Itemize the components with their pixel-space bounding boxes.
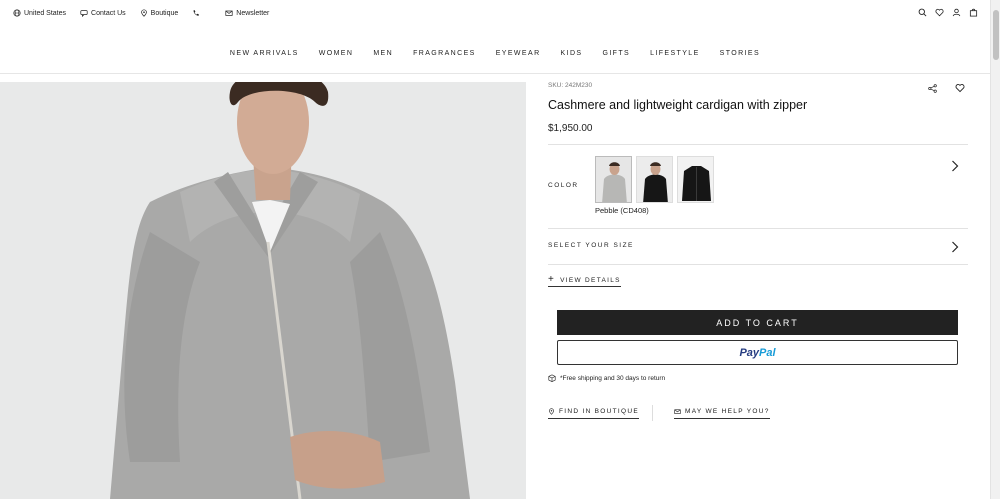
model-photo bbox=[0, 82, 526, 499]
swatch-image bbox=[678, 157, 713, 202]
scrollbar-thumb[interactable] bbox=[993, 10, 999, 60]
nav-fragrances[interactable]: FRAGRANCES bbox=[413, 50, 476, 68]
heart-icon bbox=[955, 84, 965, 93]
globe-icon bbox=[13, 9, 21, 17]
swatch-pebble[interactable] bbox=[595, 156, 632, 203]
chevron-right-icon bbox=[952, 160, 959, 172]
nav-men[interactable]: MEN bbox=[373, 50, 393, 68]
divider bbox=[548, 264, 968, 265]
color-label: COLOR bbox=[548, 182, 579, 189]
box-icon bbox=[548, 374, 556, 382]
search-icon bbox=[918, 8, 927, 17]
swatch-black[interactable] bbox=[636, 156, 673, 203]
user-icon bbox=[952, 8, 961, 17]
paypal-logo-pay: Pay bbox=[739, 346, 760, 359]
search-button[interactable] bbox=[918, 8, 927, 17]
nav-stories[interactable]: STORIES bbox=[720, 50, 760, 68]
nav-divider bbox=[0, 73, 990, 74]
product-wishlist-button[interactable] bbox=[955, 80, 965, 98]
share-button[interactable] bbox=[928, 80, 937, 98]
phone-icon bbox=[193, 10, 200, 16]
location-pin-icon bbox=[140, 9, 147, 17]
size-chevron-button[interactable] bbox=[951, 240, 959, 258]
color-next-button[interactable] bbox=[951, 159, 959, 177]
divider bbox=[652, 405, 653, 421]
contact-link[interactable]: Contact Us bbox=[80, 9, 126, 17]
newsletter-label: Newsletter bbox=[236, 9, 270, 17]
country-label: United States bbox=[24, 9, 67, 17]
boutique-label: Boutique bbox=[150, 9, 179, 17]
nav-women[interactable]: WOMEN bbox=[319, 50, 354, 68]
swatch-image bbox=[596, 157, 631, 202]
country-selector[interactable]: United States bbox=[13, 9, 66, 17]
share-icon bbox=[928, 84, 937, 93]
contact-label: Contact Us bbox=[91, 9, 126, 17]
account-button[interactable] bbox=[952, 8, 961, 17]
swatch-black-flat[interactable] bbox=[677, 156, 714, 203]
view-details-label: VIEW DETAILS bbox=[560, 276, 621, 284]
main-navigation: NEW ARRIVALS WOMEN MEN FRAGRANCES EYEWEA… bbox=[0, 50, 990, 68]
boutique-link[interactable]: Boutique bbox=[140, 9, 179, 17]
envelope-icon bbox=[225, 10, 233, 16]
bag-button[interactable] bbox=[969, 8, 978, 17]
paypal-button[interactable]: Pay Pal bbox=[557, 340, 958, 365]
help-label: MAY WE HELP YOU? bbox=[685, 408, 770, 415]
view-details-link[interactable]: + VIEW DETAILS bbox=[548, 274, 621, 287]
header-actions bbox=[910, 8, 978, 17]
find-in-boutique-label: FIND IN BOUTIQUE bbox=[559, 408, 640, 415]
product-image[interactable] bbox=[0, 82, 526, 499]
wishlist-button[interactable] bbox=[935, 8, 944, 17]
add-to-cart-button[interactable]: ADD TO CART bbox=[557, 310, 958, 335]
utility-bar: United States Contact Us Boutique Newsle… bbox=[0, 0, 990, 26]
shopping-bag-icon bbox=[969, 8, 978, 17]
selected-color-name: Pebble (CD408) bbox=[595, 206, 649, 215]
newsletter-link[interactable]: Newsletter bbox=[225, 9, 269, 17]
shipping-note: *Free shipping and 30 days to return bbox=[548, 374, 665, 382]
nav-new-arrivals[interactable]: NEW ARRIVALS bbox=[230, 50, 299, 68]
swatch-image bbox=[637, 157, 672, 202]
product-price: $1,950.00 bbox=[548, 123, 593, 134]
find-in-boutique-link[interactable]: FIND IN BOUTIQUE bbox=[548, 408, 640, 419]
help-link[interactable]: MAY WE HELP YOU? bbox=[674, 408, 770, 419]
product-sku: SKU: 242M230 bbox=[548, 82, 593, 89]
phone-link[interactable] bbox=[192, 9, 203, 17]
plus-icon: + bbox=[548, 274, 556, 285]
color-swatches bbox=[595, 156, 718, 203]
nav-eyewear[interactable]: EYEWEAR bbox=[496, 50, 541, 68]
heart-icon bbox=[935, 8, 944, 17]
chat-icon bbox=[80, 10, 88, 17]
nav-lifestyle[interactable]: LIFESTYLE bbox=[650, 50, 700, 68]
divider bbox=[548, 144, 968, 145]
envelope-icon bbox=[674, 409, 681, 414]
paypal-logo-pal: Pal bbox=[759, 346, 776, 359]
shipping-text: *Free shipping and 30 days to return bbox=[560, 374, 666, 382]
nav-gifts[interactable]: GIFTS bbox=[602, 50, 630, 68]
page-scrollbar[interactable] bbox=[990, 0, 1000, 499]
size-selector[interactable]: SELECT YOUR SIZE bbox=[548, 242, 634, 249]
nav-kids[interactable]: KIDS bbox=[561, 50, 583, 68]
chevron-right-icon bbox=[952, 241, 959, 253]
location-pin-icon bbox=[549, 408, 554, 415]
divider bbox=[548, 228, 968, 229]
product-title: Cashmere and lightweight cardigan with z… bbox=[548, 98, 808, 112]
